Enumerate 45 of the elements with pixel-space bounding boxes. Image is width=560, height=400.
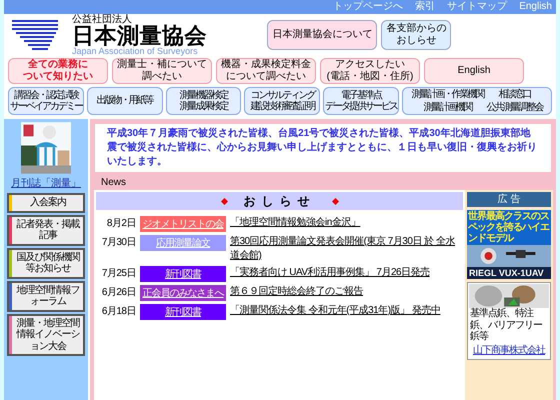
diamond-icon	[332, 198, 338, 204]
nav-button[interactable]: 出版物・用紙等	[86, 87, 163, 115]
company-link[interactable]: 山下商事株式会社	[473, 342, 545, 358]
nav-button[interactable]: 講習会・認定試験 サーベイアカデミー	[8, 87, 84, 115]
nav-button[interactable]: 測量機器検定 測量成果検定	[166, 87, 242, 115]
sidebar-button[interactable]: 地理空間情報フォーラム	[7, 280, 85, 312]
ad-model: RIEGL VUX-1UAV	[467, 267, 551, 279]
diamond-icon	[220, 198, 228, 204]
message-text: 平成30年７月豪雨で被災された皆様、台風21号で被災された皆様、平成30年北海道胆振東部地震で被災された皆様に、心からお見舞い申し上げますとともに、１日も早い復旧・復興をお祈りいたします。	[107, 127, 538, 169]
nav-button[interactable]: English	[424, 58, 524, 84]
org-type: 公益社団法人	[72, 14, 133, 24]
notice-link[interactable]: 第６９回定時総会終了のご報告	[230, 285, 363, 299]
sidebar-button[interactable]: 国及び関係機関等お知らせ	[7, 248, 85, 278]
notice-link[interactable]: 「地理空間情報勉強会in金沢」	[230, 216, 360, 230]
nav-button[interactable]: 測量士・補について 調べたい	[112, 58, 212, 84]
notice-link[interactable]: 第30回応用測量論文発表会開催(東京 7月30日 於 全水道会館)	[230, 235, 461, 263]
nav-button[interactable]: 全ての業務に ついて知りたい	[8, 58, 108, 84]
ad-text: 基準点鋲、特注鋲、バリアフリー鋲等	[469, 308, 544, 342]
header-button[interactable]: 日本測量協会について	[267, 20, 378, 50]
magazine-link[interactable]: 月刊誌「測量」	[11, 176, 81, 191]
nav-button[interactable]: アクセスしたい (電話・地図・住所)	[320, 58, 420, 84]
news-label: News	[101, 176, 126, 190]
nav-button[interactable]: 電子基準点 データ提供サービス	[323, 87, 399, 115]
header-button[interactable]: 各支部からの おしらせ	[381, 20, 452, 50]
nav-button[interactable]: コンサルティング 建設技術審査証明	[244, 87, 320, 115]
nav-button[interactable]: 機器・成果検定料金 について調べたい	[216, 58, 316, 84]
notice-link[interactable]: 「測量関係法令集 令和元年(平成31年)版」 発売中	[230, 304, 440, 318]
notices-title: おしらせ	[244, 193, 316, 210]
notice-date: 7月30日	[100, 236, 136, 250]
notice-date: 6月26日	[100, 286, 136, 300]
notice-date: 6月18日	[100, 305, 136, 319]
notice-tag[interactable]: 新刊図書	[140, 304, 226, 320]
notice-link[interactable]: 「実務者向け UAV利活用事例集」 7月26日発売	[230, 266, 430, 280]
org-name: 日本測量協会	[72, 24, 208, 46]
ad-banner-text: 世界最高クラスのスペックを誇るハイエンドモデル	[467, 210, 551, 245]
nav-button[interactable]: 測量計画・作業機関 測量計画機関 相談窓口 公共測量調整会	[402, 87, 552, 115]
ad-header: 広 告	[467, 192, 551, 207]
notice-tag[interactable]: 新刊図書	[140, 266, 226, 282]
notice-tag[interactable]: 正会員のみなさまへ	[140, 285, 226, 301]
notice-date: 7月25日	[100, 267, 136, 281]
sidebar-button[interactable]: 測量・地理空間情報イノベーション大会	[7, 314, 85, 356]
sidebar-button[interactable]: 入会案内	[7, 193, 85, 212]
org-english: Japan Association of Surveyors	[72, 46, 198, 56]
notice-date: 8月2日	[106, 217, 136, 231]
sidebar-button[interactable]: 記者発表・掲載記事	[7, 214, 85, 246]
